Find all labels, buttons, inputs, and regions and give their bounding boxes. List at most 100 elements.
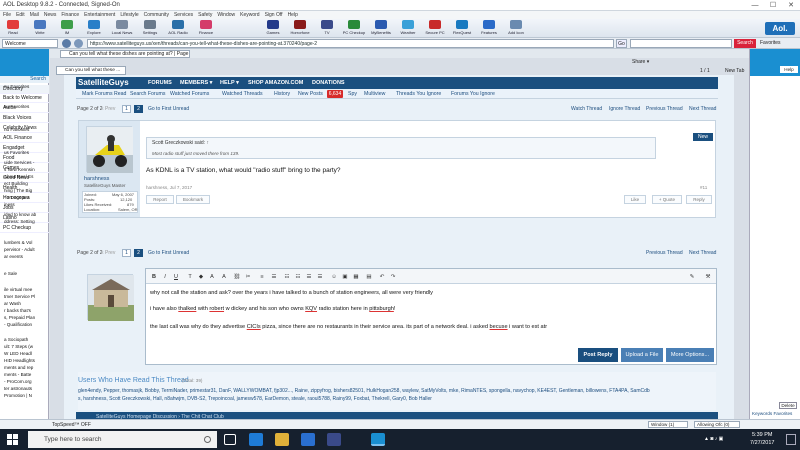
- subnav-mark-read[interactable]: Mark Forums Read: [82, 91, 126, 97]
- subnav-new-posts[interactable]: New Posts: [298, 91, 323, 97]
- outdent-icon[interactable]: ☰: [316, 273, 324, 281]
- toolbar-pc-checkup-button[interactable]: PC Checkup: [342, 19, 366, 38]
- right-link[interactable]: a Sociopath: [4, 337, 28, 342]
- italic-icon[interactable]: I: [161, 273, 169, 281]
- toolbar-games-button[interactable]: Games: [261, 19, 285, 38]
- allowing-dropdown[interactable]: Allowing Ofc (0): [694, 421, 740, 428]
- sidebar-item-aol-finance[interactable]: AOL Finance: [0, 134, 49, 143]
- menu-safety[interactable]: Safety: [198, 12, 212, 18]
- site-logo[interactable]: SatelliteGuys: [78, 78, 144, 88]
- page-scrollbar[interactable]: [738, 130, 742, 190]
- numbered-list-icon[interactable]: ☷: [294, 273, 302, 281]
- readers-list[interactable]: s, harshness, Scott Greczkowski, Hall, n…: [78, 396, 432, 402]
- link-icon[interactable]: ⛓: [233, 273, 241, 281]
- menu-entertainment[interactable]: Entertainment: [84, 12, 115, 18]
- menu-finance[interactable]: Finance: [61, 12, 79, 18]
- right-link[interactable]: About Real Es: [4, 174, 33, 179]
- more-options-button[interactable]: More Options...: [666, 348, 714, 362]
- maximize-button[interactable]: ☐: [764, 0, 782, 11]
- forward-icon[interactable]: [74, 39, 83, 48]
- right-link[interactable]: W LED Headl: [4, 351, 32, 356]
- undo-icon[interactable]: ↶: [378, 273, 386, 281]
- windows-start-icon[interactable]: [7, 434, 18, 445]
- menu-file[interactable]: File: [3, 12, 11, 18]
- ignore-thread-link[interactable]: Ignore Thread: [609, 106, 640, 112]
- toolbar-tv-button[interactable]: TV: [315, 19, 339, 38]
- user-avatar[interactable]: [86, 126, 133, 173]
- sidebar-item-welcome[interactable]: Back to Welcome: [0, 94, 49, 103]
- reply-button[interactable]: Reply: [686, 195, 712, 204]
- microphone-icon[interactable]: [204, 436, 211, 443]
- go-button[interactable]: Go: [616, 39, 627, 48]
- like-button[interactable]: Like: [624, 195, 646, 204]
- toolbar-explore-button[interactable]: Explore: [83, 19, 105, 38]
- right-link[interactable]: nu Favorites: [4, 127, 29, 132]
- toggle-bbcode-icon[interactable]: ⚒: [704, 273, 712, 281]
- watch-thread-link[interactable]: Watch Thread: [571, 106, 602, 112]
- sidebar-search-link[interactable]: Search: [0, 76, 49, 83]
- right-link[interactable]: nu Favorites: [4, 104, 29, 109]
- post-meta[interactable]: harshness, Jul 7, 2017: [146, 185, 192, 190]
- topspeed-status[interactable]: TopSpeed™ OFF: [52, 422, 91, 428]
- window-tab[interactable]: Can you tell what these dishes are point…: [60, 50, 190, 64]
- list-icon[interactable]: ☰: [270, 273, 278, 281]
- nav-members[interactable]: MEMBERS ▾: [180, 78, 212, 88]
- right-link[interactable]: e Sale: [4, 271, 17, 276]
- subnav-forums-ignore[interactable]: Forums You Ignore: [451, 91, 495, 97]
- toolbar-flexquest-button[interactable]: FlexQuest: [450, 19, 474, 38]
- right-link[interactable]: s New Kennsin: [4, 167, 35, 172]
- media-icon[interactable]: ▦: [352, 273, 360, 281]
- toolbar-features-button[interactable]: Features: [477, 19, 501, 38]
- toolbar-radio-button[interactable]: AOL Radio: [167, 19, 189, 38]
- subnav-multiview[interactable]: Multiview: [364, 91, 385, 97]
- quote-button[interactable]: + Quote: [652, 195, 682, 204]
- insert-icon[interactable]: ▤: [365, 273, 373, 281]
- toolbar-mybenefits-button[interactable]: MyBenefits: [369, 19, 393, 38]
- unlink-icon[interactable]: ✂: [244, 273, 252, 281]
- right-link[interactable]: iness: [4, 202, 15, 207]
- right-link[interactable]: - Qualification: [4, 322, 32, 327]
- subnav-history[interactable]: History: [274, 91, 290, 97]
- menu-sign-off[interactable]: Sign Off: [265, 12, 283, 18]
- toolbar-read-button[interactable]: Read: [2, 19, 24, 38]
- remove-format-icon[interactable]: ✎: [688, 273, 696, 281]
- minimize-button[interactable]: —: [746, 0, 764, 11]
- favorites-button[interactable]: Favorites: [760, 39, 781, 48]
- taskbar-search-input[interactable]: Type here to search: [28, 431, 217, 448]
- help-button[interactable]: Help: [780, 66, 798, 73]
- subnav-spy[interactable]: Spy: [348, 91, 357, 97]
- next-thread-link[interactable]: Next Thread: [689, 250, 716, 256]
- menu-edit[interactable]: Edit: [16, 12, 25, 18]
- menu-window[interactable]: Window: [217, 12, 235, 18]
- toolbar-weather-button[interactable]: Weather: [396, 19, 420, 38]
- previous-thread-link[interactable]: Previous Thread: [646, 106, 683, 112]
- right-link[interactable]: hing | The Big: [4, 188, 32, 193]
- page-2-current[interactable]: 2: [134, 249, 143, 257]
- right-link[interactable]: uide Services -: [4, 160, 34, 165]
- tab-pager[interactable]: 1 / 1: [700, 68, 710, 74]
- page-2-current[interactable]: 2: [134, 105, 143, 113]
- right-link[interactable]: r backs that's: [4, 308, 31, 313]
- toolbar-local-news-button[interactable]: Local News: [111, 19, 133, 38]
- quote-author[interactable]: Scott Greczkowski said: ↑: [152, 140, 209, 146]
- next-thread-link[interactable]: Next Thread: [689, 106, 716, 112]
- right-link[interactable]: Promotion | N: [4, 393, 32, 398]
- right-link[interactable]: ments - Batte: [4, 372, 31, 377]
- right-link[interactable]: ments and rep: [4, 365, 33, 370]
- menu-mail[interactable]: Mail: [30, 12, 39, 18]
- align-icon[interactable]: ≡: [258, 273, 266, 281]
- underline-icon[interactable]: U: [172, 273, 180, 281]
- notifications-icon[interactable]: [786, 434, 796, 445]
- text-style-icon[interactable]: A: [220, 273, 228, 281]
- readers-list[interactable]: glen4endy, Pepper, thomasjk, Bobby, Term…: [78, 388, 650, 394]
- system-tray-icons[interactable]: ▲ ◙ ♪ ▣: [704, 436, 744, 444]
- right-link[interactable]: - 3 Dogs & a: [4, 195, 30, 200]
- menu-services[interactable]: Services: [174, 12, 193, 18]
- report-button[interactable]: Report: [146, 195, 174, 204]
- browser-tab[interactable]: Can you tell what these ...: [56, 66, 126, 75]
- page-1-link[interactable]: 1: [122, 249, 131, 257]
- right-link[interactable]: nu Favorites: [4, 84, 29, 89]
- nav-donations[interactable]: DONATIONS: [312, 78, 345, 88]
- new-tab-button[interactable]: New Tab: [725, 68, 744, 74]
- bullet-list-icon[interactable]: ☷: [283, 273, 291, 281]
